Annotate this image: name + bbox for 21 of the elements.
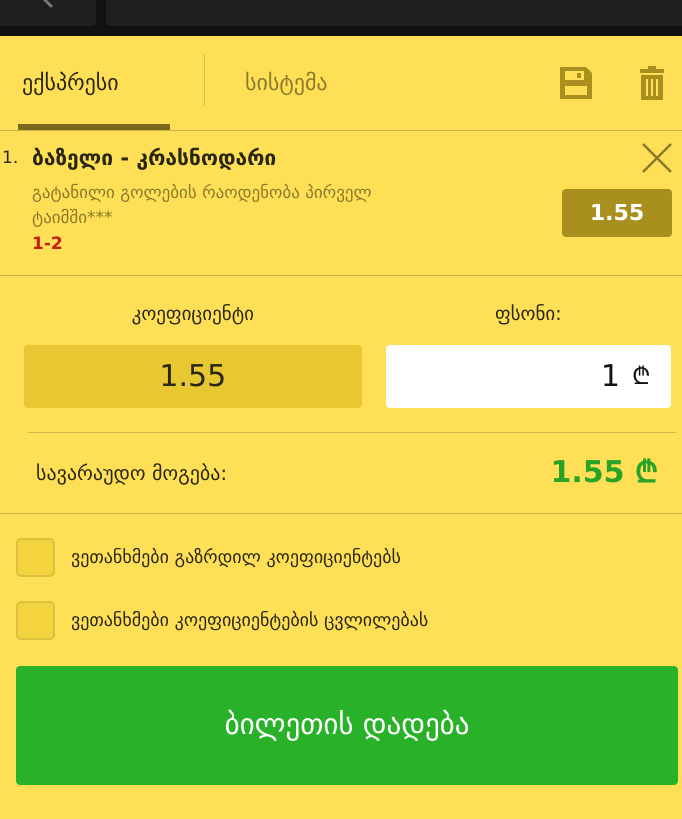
tab[interactable]: ექსპრესი <box>18 36 170 130</box>
bet-number: 1. <box>1 147 20 170</box>
stake-field[interactable]: 1 ₾ <box>386 344 672 408</box>
checkbox[interactable] <box>16 538 55 576</box>
market-name: გატანილი გოლების რაოდენობა პირველ ტაიმში*** <box>32 182 373 230</box>
potential-win-label: სავარაუდო მოგება: <box>36 460 228 487</box>
close-icon <box>642 143 672 173</box>
odds-label: კოეფიციენტი <box>130 302 255 327</box>
trash-icon <box>640 66 664 100</box>
potential-win-value: 1.55 ₾ <box>550 454 658 492</box>
checkbox-label: ვეთანხმები გაზრდილ კოეფიციენტებს <box>71 546 401 570</box>
stake-label: ფსონი: <box>494 302 563 327</box>
total-odds: 1.55 <box>24 344 362 408</box>
back-button[interactable] <box>0 0 96 26</box>
save-icon <box>560 67 592 99</box>
checkbox-label: ვეთანხმები კოეფიციენტების ცვლილებას <box>71 608 428 632</box>
match-name: ბაზელი - კრასნოდარი <box>32 145 278 172</box>
remove-button[interactable] <box>642 143 672 173</box>
checkbox[interactable] <box>16 600 55 640</box>
odds-badge: 1.55 <box>562 189 672 237</box>
bet-selection: 1-2 <box>32 232 64 256</box>
